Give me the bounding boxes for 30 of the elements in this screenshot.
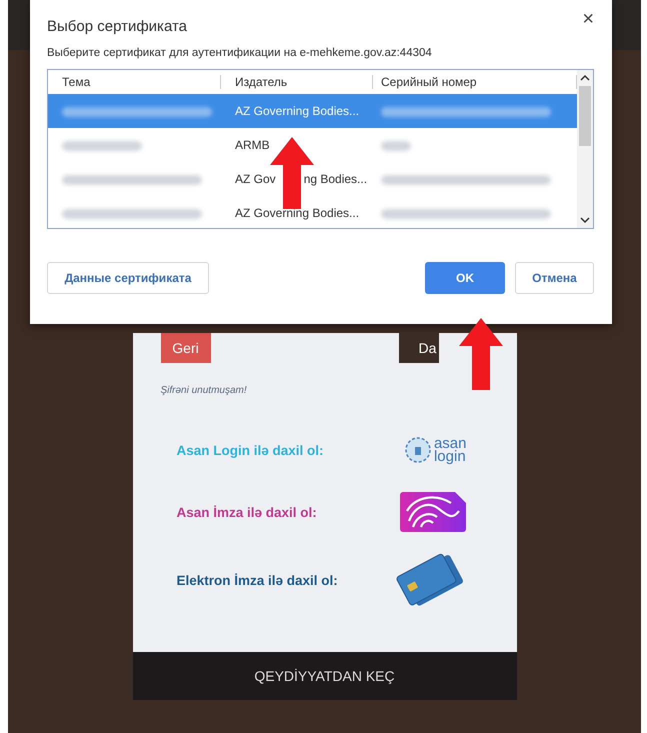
- back-button[interactable]: Geri: [160, 333, 210, 363]
- close-button[interactable]: ×: [582, 12, 594, 26]
- certificate-row[interactable]: AZ Gov ng Bodies...: [48, 162, 577, 196]
- certificate-row[interactable]: ARMB: [48, 128, 577, 162]
- dialog-message: Выберите сертификат для аутентификации на e-mehkeme.gov.az:44304: [47, 47, 433, 59]
- login-button[interactable]: Da: [398, 333, 438, 363]
- arrow-icon: [459, 318, 503, 390]
- login-method-link[interactable]: Elektron İmza ilə daxil ol:: [176, 572, 338, 588]
- fingerprint-sim-icon[interactable]: [398, 491, 466, 533]
- certificate-row[interactable]: AZ Governing Bodies...: [48, 196, 577, 228]
- register-button[interactable]: QEYDİYYATDAN KEÇ: [132, 652, 516, 700]
- asan-login-logo[interactable]: asan login: [404, 437, 466, 463]
- dialog-button[interactable]: Отмена: [515, 262, 594, 294]
- issuer-text: AZ Governing Bodies...: [234, 206, 360, 220]
- blurred-text: [381, 140, 411, 151]
- issuer-text: AZ Gov: [235, 172, 276, 186]
- column-header[interactable]: Тема: [48, 75, 221, 89]
- dialog-title: Выбор сертификата: [47, 18, 188, 35]
- forgot-password-link[interactable]: Şifrəni unutmuşam!: [132, 363, 516, 396]
- dialog-button[interactable]: Данные сертификата: [47, 262, 209, 294]
- scroll-up-icon[interactable]: [580, 74, 590, 82]
- dialog-button[interactable]: OK: [425, 262, 505, 294]
- issuer-text: ARMB: [234, 138, 271, 152]
- scrollbar[interactable]: [577, 70, 593, 228]
- issuer-text: ng Bodies...: [304, 172, 368, 186]
- certificate-row[interactable]: AZ Governing Bodies...: [48, 94, 577, 128]
- issuer-text: AZ Governing Bodies...: [234, 104, 360, 118]
- column-header[interactable]: Издатель: [221, 75, 373, 89]
- login-method-link[interactable]: Asan İmza ilə daxil ol:: [176, 504, 317, 520]
- scroll-down-icon[interactable]: [580, 216, 590, 224]
